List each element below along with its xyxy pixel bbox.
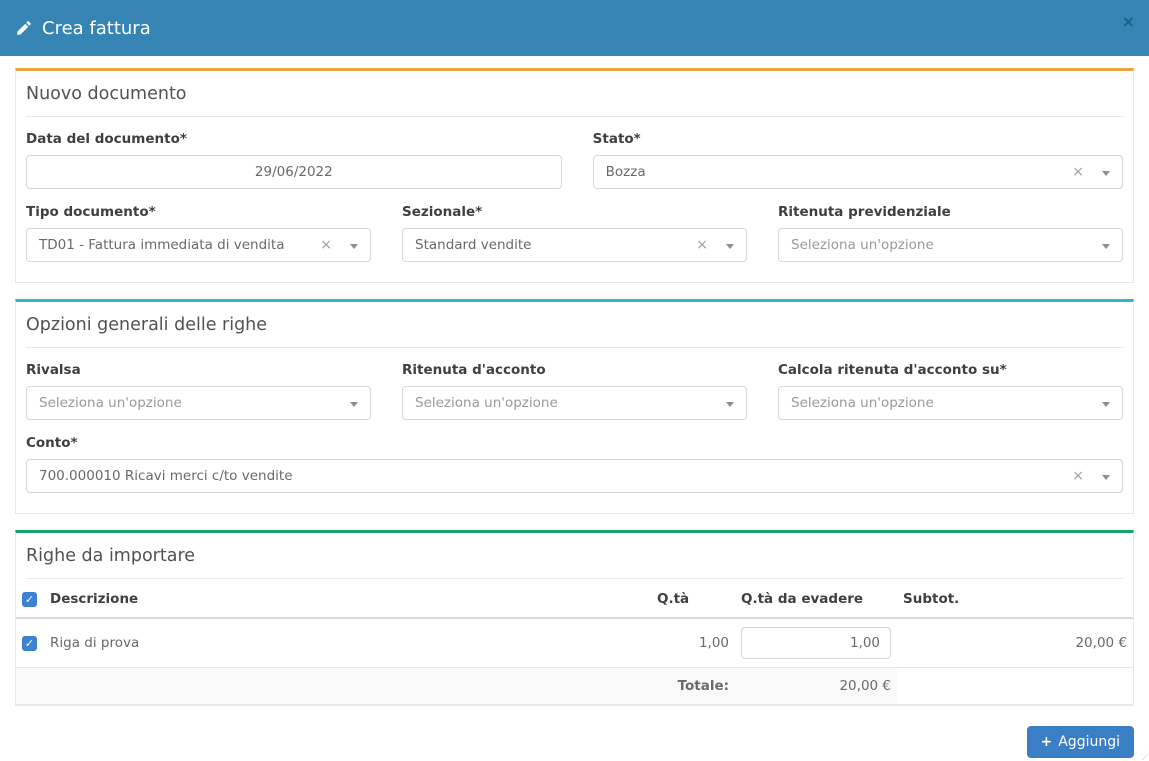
chevron-down-icon: [1102, 244, 1110, 249]
tipo-documento-label: Tipo documento*: [26, 204, 371, 220]
conto-select[interactable]: 700.000010 Ricavi merci c/to vendite ×: [26, 459, 1123, 493]
modal-title-text: Crea fattura: [42, 18, 151, 39]
section-title-righe-da-importare: Righe da importare: [26, 533, 1123, 579]
tipo-documento-select-value: TD01 - Fattura immediata di vendita: [39, 237, 312, 253]
col-header-qta-da-evadere: Q.tà da evadere: [735, 581, 897, 618]
calcola-ritenuta-select[interactable]: Seleziona un'opzione: [778, 386, 1123, 420]
ritenuta-acconto-select[interactable]: Seleziona un'opzione: [402, 386, 747, 420]
rivalsa-select[interactable]: Seleziona un'opzione: [26, 386, 371, 420]
pencil-icon: [16, 20, 32, 36]
data-documento-label: Data del documento*: [26, 131, 562, 147]
chevron-down-icon: [1102, 171, 1110, 176]
row-qta: 1,00: [651, 618, 735, 668]
table-row: ✓ Riga di prova 1,00 20,00 €: [16, 618, 1133, 668]
conto-select-value: 700.000010 Ricavi merci c/to vendite: [39, 468, 1064, 484]
modal-title: Crea fattura: [16, 18, 151, 39]
footer-actions: + Aggiungi: [15, 726, 1134, 758]
col-header-subtot: Subtot.: [897, 581, 1133, 618]
ritenuta-previdenziale-select[interactable]: Seleziona un'opzione: [778, 228, 1123, 262]
clear-icon[interactable]: ×: [1072, 165, 1084, 179]
clear-icon[interactable]: ×: [696, 238, 708, 252]
plus-icon: +: [1041, 734, 1053, 750]
close-icon[interactable]: ×: [1122, 14, 1135, 30]
ritenuta-previdenziale-label: Ritenuta previdenziale: [778, 204, 1123, 220]
conto-label: Conto*: [26, 435, 1123, 451]
sezionale-label: Sezionale*: [402, 204, 747, 220]
stato-label: Stato*: [593, 131, 1123, 147]
ritenuta-acconto-label: Ritenuta d'acconto: [402, 362, 747, 378]
col-header-qta: Q.tà: [651, 581, 735, 618]
row-checkbox[interactable]: ✓: [22, 636, 37, 651]
row-subtot: 20,00 €: [897, 618, 1133, 668]
modal-header: Crea fattura ×: [0, 0, 1149, 56]
aggiungi-button[interactable]: + Aggiungi: [1027, 726, 1135, 758]
stato-select[interactable]: Bozza ×: [593, 155, 1123, 189]
righe-table: ✓ Descrizione Q.tà Q.tà da evadere Subto…: [16, 581, 1133, 705]
rivalsa-label: Rivalsa: [26, 362, 371, 378]
chevron-down-icon: [350, 402, 358, 407]
rivalsa-placeholder: Seleziona un'opzione: [39, 395, 350, 411]
section-title-nuovo-documento: Nuovo documento: [26, 71, 1123, 117]
sezionale-select[interactable]: Standard vendite ×: [402, 228, 747, 262]
totale-row: Totale: 20,00 €: [16, 668, 1133, 705]
totale-value: 20,00 €: [735, 668, 897, 705]
col-header-descrizione: Descrizione: [44, 581, 651, 618]
calcola-ritenuta-label: Calcola ritenuta d'acconto su*: [778, 362, 1123, 378]
section-opzioni-generali: Opzioni generali delle righe Rivalsa Sel…: [15, 299, 1134, 514]
section-nuovo-documento: Nuovo documento Data del documento* Stat…: [15, 68, 1134, 283]
chevron-down-icon: [726, 402, 734, 407]
aggiungi-button-label: Aggiungi: [1058, 734, 1120, 750]
clear-icon[interactable]: ×: [1072, 469, 1084, 483]
modal-body: Nuovo documento Data del documento* Stat…: [0, 56, 1149, 758]
data-documento-input[interactable]: [26, 155, 562, 189]
chevron-down-icon: [1102, 402, 1110, 407]
ritenuta-acconto-placeholder: Seleziona un'opzione: [415, 395, 726, 411]
sezionale-select-value: Standard vendite: [415, 237, 688, 253]
totale-label: Totale:: [651, 668, 735, 705]
tipo-documento-select[interactable]: TD01 - Fattura immediata di vendita ×: [26, 228, 371, 262]
clear-icon[interactable]: ×: [320, 238, 332, 252]
table-header-row: ✓ Descrizione Q.tà Q.tà da evadere Subto…: [16, 581, 1133, 618]
ritenuta-previdenziale-placeholder: Seleziona un'opzione: [791, 237, 1102, 253]
section-title-opzioni-generali: Opzioni generali delle righe: [26, 302, 1123, 348]
stato-select-value: Bozza: [606, 164, 1065, 180]
qta-da-evadere-input[interactable]: [741, 627, 891, 659]
section-righe-da-importare: Righe da importare ✓ Descrizione Q.tà Q.…: [15, 530, 1134, 706]
chevron-down-icon: [1102, 475, 1110, 480]
chevron-down-icon: [726, 244, 734, 249]
select-all-checkbox[interactable]: ✓: [22, 592, 37, 607]
chevron-down-icon: [350, 244, 358, 249]
calcola-ritenuta-placeholder: Seleziona un'opzione: [791, 395, 1102, 411]
row-descrizione: Riga di prova: [44, 618, 651, 668]
